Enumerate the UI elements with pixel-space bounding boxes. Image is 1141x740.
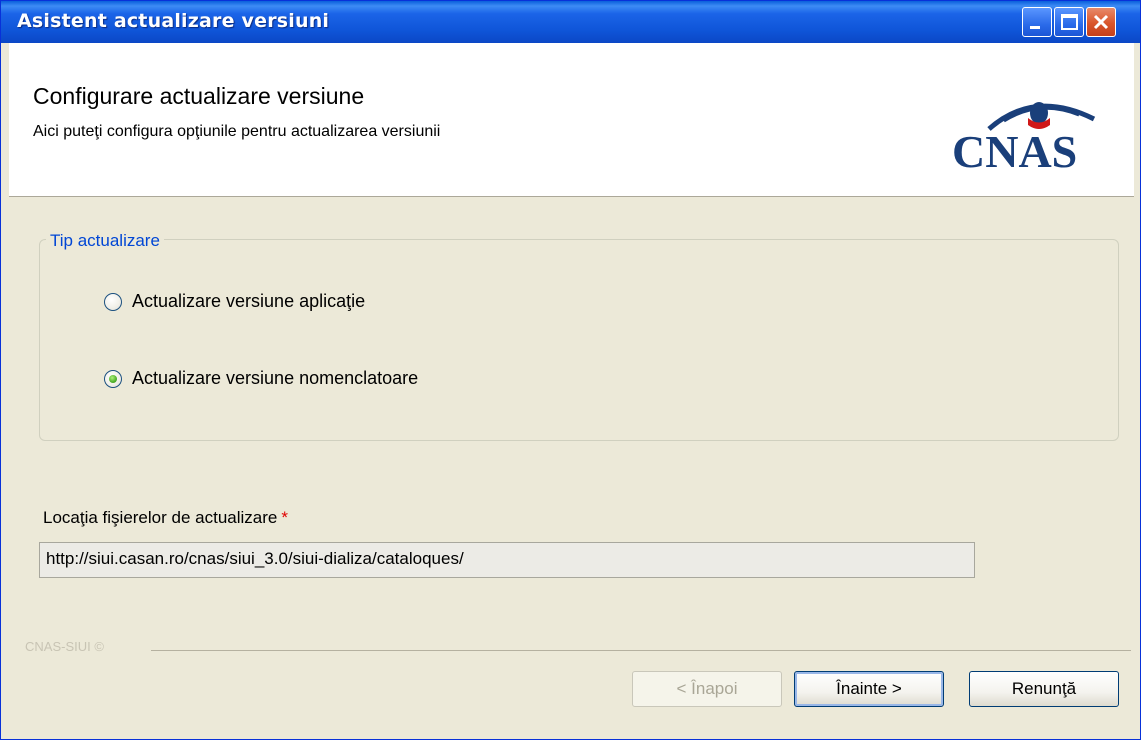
minimize-button[interactable] bbox=[1022, 7, 1052, 37]
update-type-group bbox=[39, 239, 1119, 441]
wizard-header: Configurare actualizare versiune Aici pu… bbox=[9, 43, 1134, 197]
footer-mark: CNAS-SIUI © bbox=[25, 639, 104, 654]
wizard-window: Asistent actualizare versiuni Configurar… bbox=[0, 0, 1141, 740]
required-marker: * bbox=[281, 508, 288, 527]
location-label-text: Locaţia fişierelor de actualizare bbox=[43, 508, 278, 527]
radio-nomenclature-update[interactable]: Actualizare versiune nomenclatoare bbox=[104, 368, 418, 389]
window-title: Asistent actualizare versiuni bbox=[17, 10, 330, 32]
radio-button[interactable] bbox=[104, 292, 122, 311]
location-label: Locaţia fişierelor de actualizare * bbox=[43, 508, 288, 528]
logo-text: CNAS bbox=[952, 126, 1077, 176]
next-button[interactable]: Înainte > bbox=[794, 671, 944, 707]
back-button[interactable]: < Înapoi bbox=[632, 671, 782, 707]
radio-app-update[interactable]: Actualizare versiune aplicaţie bbox=[104, 291, 365, 312]
minimize-icon bbox=[1030, 26, 1040, 29]
maximize-icon bbox=[1061, 14, 1078, 30]
title-bar[interactable]: Asistent actualizare versiuni bbox=[1, 1, 1140, 43]
radio-label: Actualizare versiune aplicaţie bbox=[132, 291, 366, 311]
page-subtitle: Aici puteţi configura opţiunile pentru a… bbox=[33, 123, 441, 140]
cancel-button[interactable]: Renunţă bbox=[969, 671, 1119, 707]
close-icon bbox=[1093, 14, 1109, 30]
cnas-logo: CNAS bbox=[952, 102, 1096, 176]
radio-button-checked[interactable] bbox=[104, 369, 122, 388]
footer-divider bbox=[151, 650, 1131, 651]
maximize-button[interactable] bbox=[1054, 7, 1084, 37]
location-field[interactable]: http://siui.casan.ro/cnas/siui_3.0/siui-… bbox=[39, 542, 975, 578]
close-button[interactable] bbox=[1086, 7, 1116, 37]
update-type-legend: Tip actualizare bbox=[46, 231, 164, 251]
page-title: Configurare actualizare versiune bbox=[33, 83, 365, 109]
radio-label: Actualizare versiune nomenclatoare bbox=[132, 368, 419, 388]
